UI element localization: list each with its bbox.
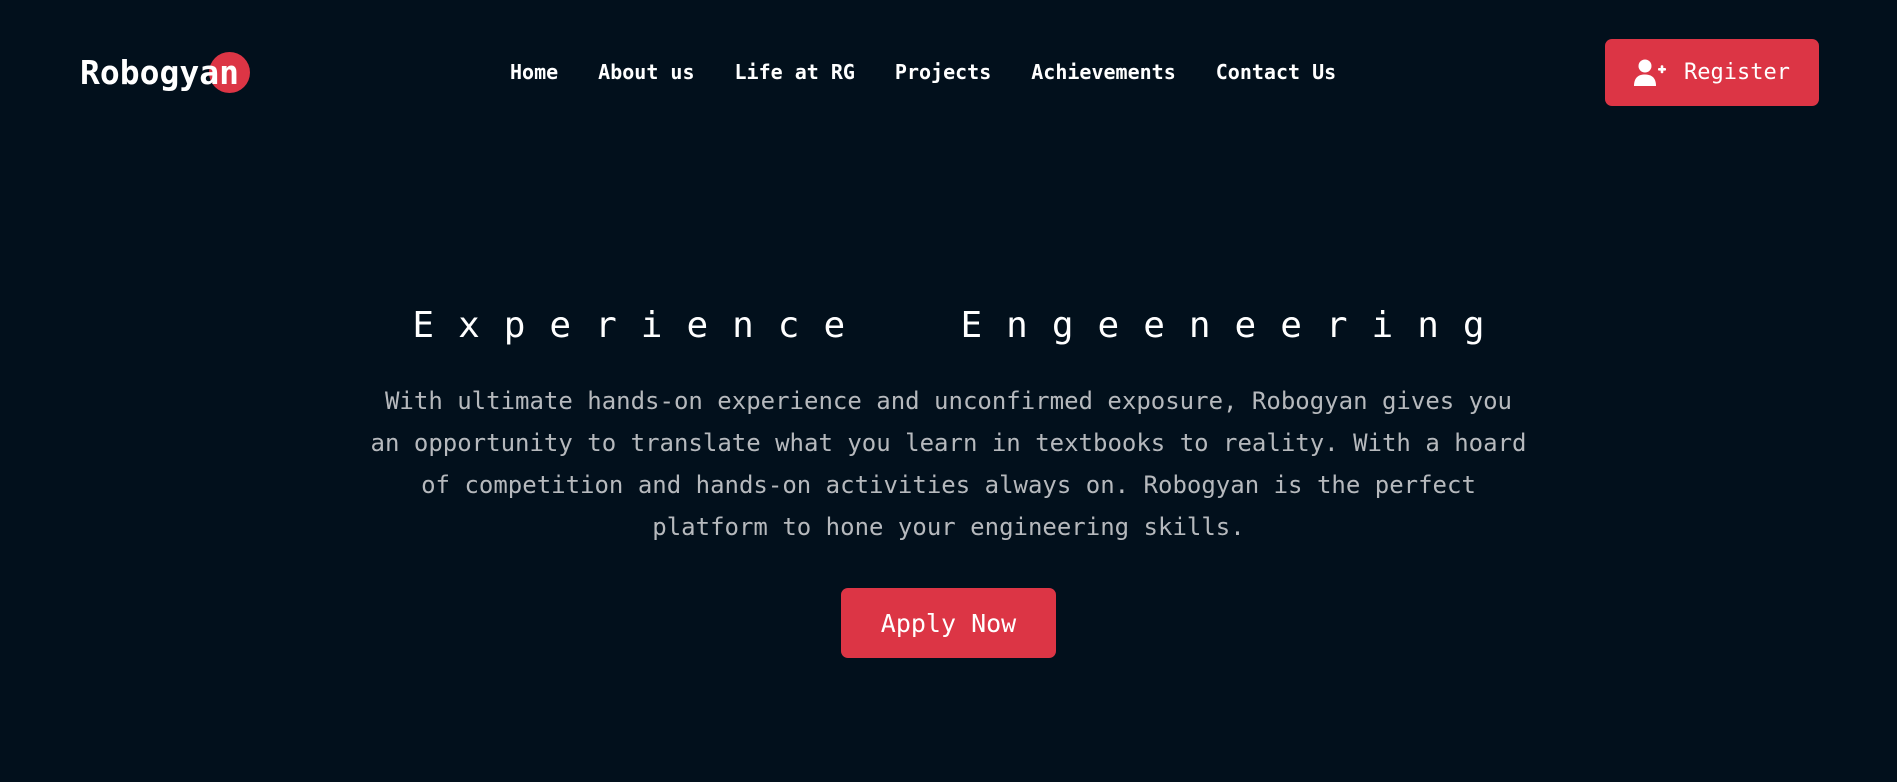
nav-links: Home About us Life at RG Projects Achiev… [510,56,1336,88]
hero-title: Experience Engeeneering [412,305,1509,346]
nav-link-about[interactable]: About us [598,60,694,84]
nav-item-achievements: Achievements [1031,56,1176,88]
nav-link-life-at-rg[interactable]: Life at RG [735,60,855,84]
page: Robogyan Home About us Life at RG Projec… [0,0,1897,782]
user-plus-icon [1634,59,1667,87]
nav-link-achievements[interactable]: Achievements [1031,60,1176,84]
nav-link-contact[interactable]: Contact Us [1216,60,1336,84]
nav-item-contact: Contact Us [1216,56,1336,88]
apply-now-button[interactable]: Apply Now [841,588,1056,658]
hero-section: Experience Engeeneering With ultimate ha… [0,290,1897,658]
nav-link-projects[interactable]: Projects [895,60,991,84]
navbar: Robogyan Home About us Life at RG Projec… [0,0,1897,145]
nav-item-home: Home [510,56,558,88]
nav-item-about: About us [598,56,694,88]
register-button[interactable]: Register [1605,39,1819,106]
nav-item-life-at-rg: Life at RG [735,56,855,88]
nav-link-home[interactable]: Home [510,60,558,84]
register-label: Register [1684,60,1790,85]
nav-item-projects: Projects [895,56,991,88]
hero-description: With ultimate hands-on experience and un… [370,387,1527,541]
brand-logo[interactable]: Robogyan [80,50,239,96]
